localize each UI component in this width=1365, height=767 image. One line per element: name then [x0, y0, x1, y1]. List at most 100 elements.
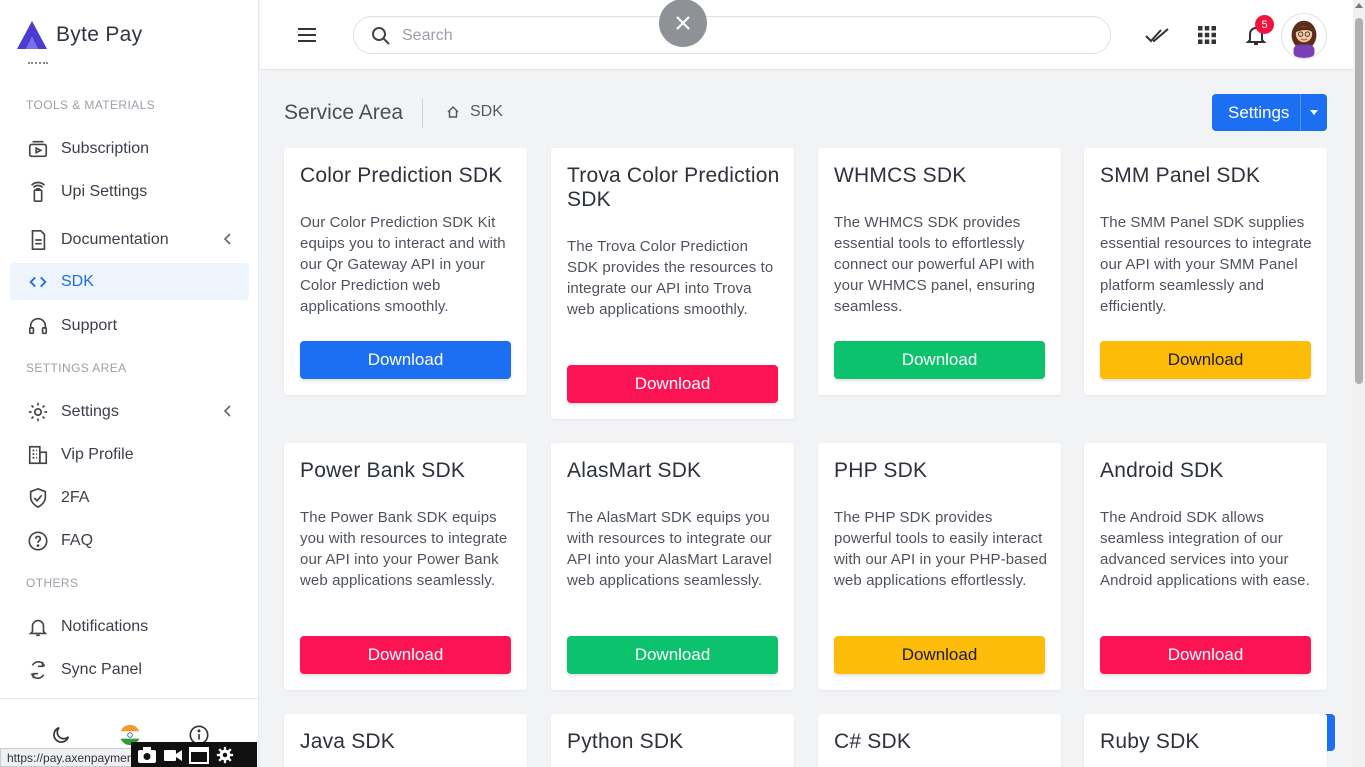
brand-name: Byte Pay — [56, 23, 143, 46]
camera-icon[interactable] — [137, 746, 157, 764]
download-button[interactable]: Download — [834, 636, 1045, 674]
sidebar-item-label: SDK — [61, 272, 94, 290]
card-description: The AlasMart SDK equips you with resourc… — [567, 509, 772, 589]
hamburger-menu-icon[interactable] — [296, 25, 318, 45]
sidebar-item-upi-settings[interactable]: Upi Settings — [10, 173, 249, 210]
card-title: Java SDK — [300, 730, 395, 753]
code-icon — [27, 271, 49, 293]
scrollbar-thumb[interactable] — [1355, 18, 1363, 384]
card-title: Color Prediction SDK — [300, 164, 503, 187]
sidebar-item-label: Sync Panel — [61, 660, 142, 678]
page-scrollbar[interactable] — [1353, 0, 1365, 767]
sidebar-item-label: Settings — [61, 402, 119, 420]
moon-icon[interactable] — [50, 724, 72, 746]
card-title: Power Bank SDK — [300, 459, 466, 482]
card-description: The WHMCS SDK provides essential tools t… — [834, 214, 1036, 315]
card-description: The Android SDK allows seamless integrat… — [1100, 509, 1310, 589]
brand[interactable]: Byte Pay — [16, 20, 142, 50]
card-title: Android SDK — [1100, 459, 1224, 482]
avatar[interactable] — [1281, 13, 1327, 59]
download-button[interactable]: Download — [1100, 341, 1311, 379]
window-icon[interactable] — [189, 746, 209, 764]
status-bar-url: https://pay.axenpaymen — [0, 748, 132, 767]
upi-icon — [27, 181, 49, 203]
bell-icon — [27, 616, 49, 638]
section-label-others: OTHERS — [26, 576, 79, 590]
sidebar-item-sync-panel[interactable]: Sync Panel — [10, 651, 249, 688]
sdk-card-python: Python SDK — [551, 714, 794, 767]
download-button[interactable]: Download — [567, 636, 778, 674]
user-avatar-icon — [1291, 20, 1317, 58]
breadcrumb-current: SDK — [470, 103, 503, 120]
document-icon — [27, 229, 49, 251]
sdk-card-alasmart: AlasMart SDK The AlasMart SDK equips you… — [551, 443, 794, 690]
sidebar-item-faq[interactable]: FAQ — [10, 522, 249, 559]
building-icon — [27, 444, 49, 466]
card-description: Our Color Prediction SDK Kit equips you … — [300, 214, 506, 315]
sidebar-item-documentation[interactable]: Documentation — [10, 221, 249, 258]
sidebar-item-label: Upi Settings — [61, 182, 148, 200]
notification-badge: 5 — [1255, 15, 1274, 34]
close-icon — [676, 16, 690, 30]
settings-button-label: Settings — [1228, 102, 1290, 122]
video-icon[interactable] — [163, 746, 183, 764]
sidebar-item-label: Vip Profile — [61, 445, 134, 463]
cut-off-menu-item — [28, 62, 48, 66]
download-button[interactable]: Download — [567, 365, 778, 403]
card-title: SMM Panel SDK — [1100, 164, 1261, 187]
sidebar-item-settings[interactable]: Settings — [10, 393, 249, 430]
card-description: The PHP SDK provides powerful tools to e… — [834, 509, 1048, 589]
gear-icon[interactable] — [215, 746, 235, 764]
card-title: AlasMart SDK — [567, 459, 702, 482]
sdk-card-java: Java SDK — [284, 714, 527, 767]
title-divider — [422, 98, 423, 128]
chevron-left-icon — [223, 405, 231, 417]
sdk-card-ruby: Ruby SDK — [1084, 714, 1327, 767]
double-check-icon[interactable] — [1145, 23, 1169, 47]
card-description: The Power Bank SDK equips you with resou… — [300, 509, 508, 589]
settings-dropdown-button[interactable]: Settings — [1212, 94, 1327, 131]
sdk-card-android: Android SDK The Android SDK allows seaml… — [1084, 443, 1327, 690]
sync-icon — [27, 659, 49, 681]
apps-grid-icon[interactable] — [1195, 23, 1219, 47]
sidebar-item-label: FAQ — [61, 531, 94, 549]
sidebar-item-vip-profile[interactable]: Vip Profile — [10, 436, 249, 473]
sidebar-item-sdk[interactable]: SDK — [10, 263, 249, 300]
search-input[interactable] — [402, 24, 1082, 48]
sidebar-item-2fa[interactable]: 2FA — [10, 479, 249, 516]
sdk-card-color-prediction: Color Prediction SDK Our Color Predictio… — [284, 148, 527, 395]
close-button[interactable] — [659, 0, 707, 47]
subscription-icon — [27, 138, 49, 160]
extension-toolbar — [131, 742, 257, 767]
download-button[interactable]: Download — [300, 341, 511, 379]
card-title: PHP SDK — [834, 459, 928, 482]
card-title: Ruby SDK — [1100, 730, 1200, 753]
sidebar: Byte Pay TOOLS & MATERIALS Subscription … — [0, 0, 259, 767]
sdk-card-trova-color-prediction: Trova Color Prediction SDK The Trova Col… — [551, 148, 794, 419]
card-title: Trova Color Prediction SDK — [567, 164, 780, 211]
card-title: WHMCS SDK — [834, 164, 967, 187]
sidebar-item-label: Subscription — [61, 139, 150, 157]
download-button[interactable]: Download — [834, 341, 1045, 379]
home-icon[interactable] — [446, 105, 460, 119]
scroll-up-arrow-icon[interactable] — [1355, 3, 1363, 8]
download-button[interactable]: Download — [1100, 636, 1311, 674]
search-bar[interactable] — [353, 16, 1111, 54]
sdk-card-whmcs: WHMCS SDK The WHMCS SDK provides essenti… — [818, 148, 1061, 395]
sdk-card-csharp: C# SDK — [818, 714, 1061, 767]
brand-logo-icon — [17, 21, 47, 49]
section-label-settings: SETTINGS AREA — [26, 361, 127, 375]
sidebar-item-subscription[interactable]: Subscription — [10, 130, 249, 167]
card-title: C# SDK — [834, 730, 912, 753]
download-button[interactable]: Download — [300, 636, 511, 674]
caret-down-icon[interactable] — [1300, 94, 1327, 131]
card-description: The Trova Color Prediction SDK provides … — [567, 238, 774, 318]
shield-check-icon — [27, 487, 49, 509]
sidebar-item-label: Documentation — [61, 230, 169, 248]
card-title: Python SDK — [567, 730, 684, 753]
search-icon — [372, 27, 390, 45]
sdk-card-power-bank: Power Bank SDK The Power Bank SDK equips… — [284, 443, 527, 690]
headset-icon — [27, 315, 49, 337]
sidebar-item-support[interactable]: Support — [10, 307, 249, 344]
sidebar-item-notifications[interactable]: Notifications — [10, 608, 249, 645]
